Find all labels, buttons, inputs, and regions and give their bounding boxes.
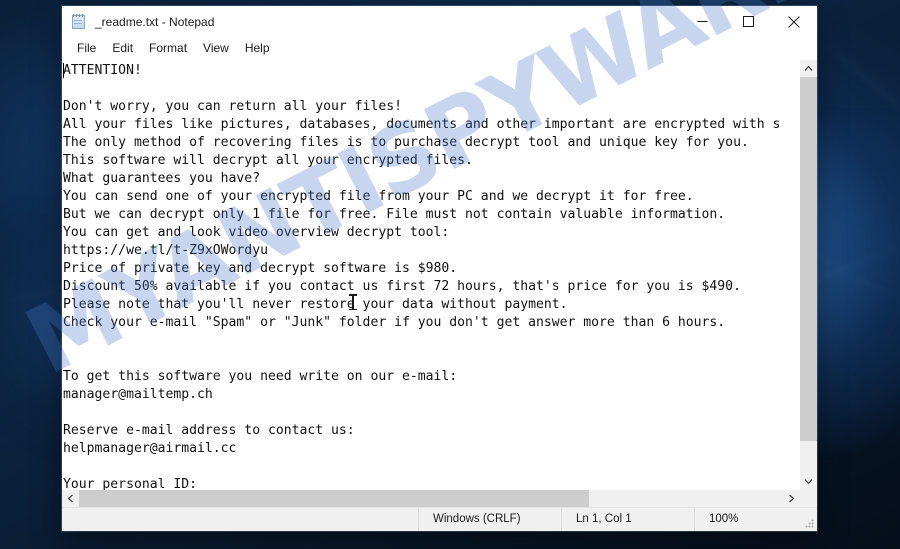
horizontal-scroll-track[interactable] [79, 490, 783, 507]
scroll-up-button[interactable] [800, 60, 817, 77]
status-bar: Windows (CRLF) Ln 1, Col 1 100% [62, 507, 817, 531]
menu-item-help[interactable]: Help [237, 40, 278, 57]
notepad-window: _readme.txt - Notepad File Edit Format V… [62, 6, 817, 531]
window-title: _readme.txt - Notepad [95, 14, 215, 29]
maximize-button[interactable] [725, 6, 771, 37]
menu-bar: File Edit Format View Help [62, 37, 817, 59]
vertical-scroll-thumb[interactable] [800, 77, 817, 442]
resize-grip-icon[interactable] [804, 518, 814, 528]
editor-region: ATTENTION! Don't worry, you can return a… [62, 59, 817, 490]
status-line-ending: Windows (CRLF) [418, 508, 561, 531]
menu-item-format[interactable]: Format [141, 40, 195, 57]
title-bar[interactable]: _readme.txt - Notepad [62, 6, 817, 37]
vertical-scrollbar[interactable] [799, 60, 817, 490]
vertical-scroll-track[interactable] [800, 77, 817, 473]
scroll-left-button[interactable] [62, 490, 79, 507]
notepad-icon [71, 13, 87, 30]
window-controls [679, 6, 817, 37]
horizontal-scrollbar[interactable] [62, 490, 817, 507]
menu-item-edit[interactable]: Edit [104, 40, 141, 57]
close-button[interactable] [771, 6, 817, 37]
scroll-right-button[interactable] [783, 490, 800, 507]
text-editor[interactable]: ATTENTION! Don't worry, you can return a… [62, 60, 799, 490]
minimize-button[interactable] [679, 6, 725, 37]
status-bar-spacer [62, 508, 418, 531]
horizontal-scroll-thumb[interactable] [79, 490, 590, 507]
menu-item-view[interactable]: View [195, 40, 237, 57]
menu-item-file[interactable]: File [69, 40, 104, 57]
scrollbar-corner [800, 490, 817, 507]
scroll-down-button[interactable] [800, 473, 817, 490]
editor-content: ATTENTION! Don't worry, you can return a… [63, 63, 781, 490]
status-zoom-level: 100% [694, 508, 817, 531]
status-cursor-position: Ln 1, Col 1 [561, 508, 694, 531]
